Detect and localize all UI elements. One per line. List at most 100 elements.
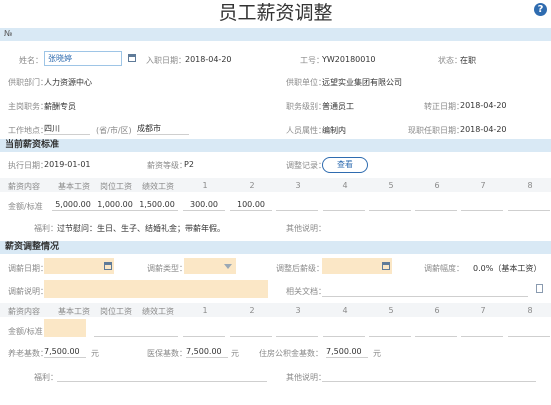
calendar-icon[interactable]: [104, 262, 112, 270]
adjust-type-label: 调薪类型：: [147, 264, 187, 273]
grade-value: P2: [184, 160, 194, 169]
workplace-separator: (省/市/区): [96, 126, 132, 135]
adjust-value-cell[interactable]: [461, 326, 503, 337]
status-value: 在职: [460, 56, 476, 65]
doc-field[interactable]: [322, 284, 528, 297]
current-col-header: 7: [480, 181, 486, 190]
adjust-col-header: 基本工资: [58, 307, 90, 316]
adjust-date-label: 调薪日期：: [8, 264, 48, 273]
current-col-header: 5: [388, 181, 394, 190]
dept-label: 供职部门：: [8, 78, 48, 87]
adjust-col-header: 3: [295, 306, 301, 315]
pension-unit: 元: [91, 349, 99, 358]
housing-fund-label: 住房公积金基数：: [259, 349, 323, 358]
unit-label: 供职单位：: [286, 78, 326, 87]
chevron-down-icon: [224, 264, 232, 269]
adjust-value-cell[interactable]: [369, 326, 411, 337]
pension-label: 养老基数：: [8, 349, 48, 358]
current-value-cell: [461, 199, 503, 211]
workplace-province[interactable]: 四川: [44, 123, 90, 135]
level-label: 职务级别：: [286, 102, 326, 111]
current-value-cell: [369, 199, 411, 211]
adjust-value-cell[interactable]: [94, 326, 136, 337]
adjust-note-input[interactable]: [44, 280, 268, 298]
view-record-button[interactable]: 查看: [322, 157, 368, 173]
current-post-date-label: 现职任职日期：: [408, 126, 464, 135]
current-post-date-value: 2018-04-20: [460, 125, 507, 134]
number-label: №: [4, 29, 13, 38]
adjust-welfare-input[interactable]: [57, 380, 267, 382]
housing-fund-unit: 元: [373, 349, 381, 358]
adjust-value-cell[interactable]: [415, 326, 457, 337]
adjust-other-input[interactable]: [322, 380, 536, 382]
workplace-city[interactable]: 成都市: [137, 123, 189, 135]
current-value-cell: [508, 199, 550, 211]
adjust-col-header: 7: [480, 306, 486, 315]
adjust-value-cell[interactable]: [136, 326, 178, 337]
adjust-basic-salary-input[interactable]: [44, 319, 86, 337]
name-input[interactable]: 张晓婷: [44, 51, 122, 66]
regular-date-value: 2018-04-20: [460, 101, 507, 110]
current-col-header: 绩效工资: [142, 182, 174, 191]
adjust-col-header: 绩效工资: [142, 307, 174, 316]
post-label: 主岗职务：: [8, 102, 48, 111]
doc-label: 相关文档：: [286, 287, 326, 296]
employee-no-value: YW20180010: [322, 55, 376, 64]
current-value-cell: [415, 199, 457, 211]
current-col-header: 4: [342, 181, 348, 190]
current-value-cell: 5,000.00: [52, 199, 94, 211]
grade-label: 薪资等级：: [147, 161, 187, 170]
attachment-icon[interactable]: [536, 284, 543, 293]
regular-date-label: 转正日期：: [424, 102, 464, 111]
adjust-date-input[interactable]: [44, 258, 114, 274]
pension-input[interactable]: 7,500.00: [44, 346, 86, 358]
adjust-col-header: 4: [342, 306, 348, 315]
adjust-value-cell[interactable]: [276, 326, 318, 337]
current-col-header: 2: [249, 181, 255, 190]
current-col-header: 8: [527, 181, 533, 190]
after-level-input[interactable]: [322, 258, 392, 274]
current-value-cell: 300.00: [183, 199, 225, 211]
adjust-col-header: 8: [527, 306, 533, 315]
attr-value: 编制内: [322, 126, 346, 135]
range-value: 0.0%（基本工资）: [473, 264, 542, 273]
current-value-cell: 1,000.00: [94, 199, 136, 211]
current-col-header: 3: [295, 181, 301, 190]
exec-date-label: 执行日期：: [8, 161, 48, 170]
medical-input[interactable]: 7,500.00: [186, 346, 228, 358]
adjust-type-select[interactable]: [184, 258, 236, 274]
current-col-header: 1: [202, 181, 208, 190]
employee-no-label: 工号：: [300, 56, 324, 65]
help-icon[interactable]: ?: [534, 3, 547, 16]
adjust-row-label: 金额/标准: [8, 327, 43, 336]
page-title: 员工薪资调整: [218, 2, 333, 24]
adjust-note-label: 调薪说明：: [8, 287, 48, 296]
lookup-icon[interactable]: [382, 262, 390, 270]
adjust-col-header: 5: [388, 306, 394, 315]
adjust-col-header: 6: [434, 306, 440, 315]
welfare-label: 福利：: [34, 224, 58, 233]
adjust-value-cell[interactable]: [508, 326, 550, 337]
adjust-value-cell[interactable]: [323, 326, 365, 337]
name-label: 姓名：: [19, 56, 43, 65]
medical-unit: 元: [231, 349, 239, 358]
entry-date-label: 入职日期：: [146, 56, 186, 65]
unit-value: 远望实业集团有限公司: [322, 78, 402, 87]
adjust-value-cell[interactable]: [183, 326, 225, 337]
level-value: 普通员工: [322, 102, 354, 111]
housing-fund-input[interactable]: 7,500.00: [326, 346, 368, 358]
dept-value: 人力资源中心: [44, 78, 92, 87]
current-col-header: 岗位工资: [100, 182, 132, 191]
adjust-other-label: 其他说明：: [286, 373, 326, 382]
adjust-value-cell[interactable]: [230, 326, 272, 337]
medical-label: 医保基数：: [147, 349, 187, 358]
current-value-cell: [323, 199, 365, 211]
current-header-label: 薪资内容: [8, 182, 40, 191]
current-value-cell: [276, 199, 318, 211]
current-col-header: 基本工资: [58, 182, 90, 191]
status-label: 状态：: [438, 56, 462, 65]
record-label: 调整记录：: [286, 161, 326, 170]
after-level-label: 调整后薪级：: [276, 264, 324, 273]
lookup-icon[interactable]: [128, 54, 136, 62]
welfare-value: 过节慰问：生日、生子、结婚礼金；带薪年假。: [57, 224, 225, 233]
